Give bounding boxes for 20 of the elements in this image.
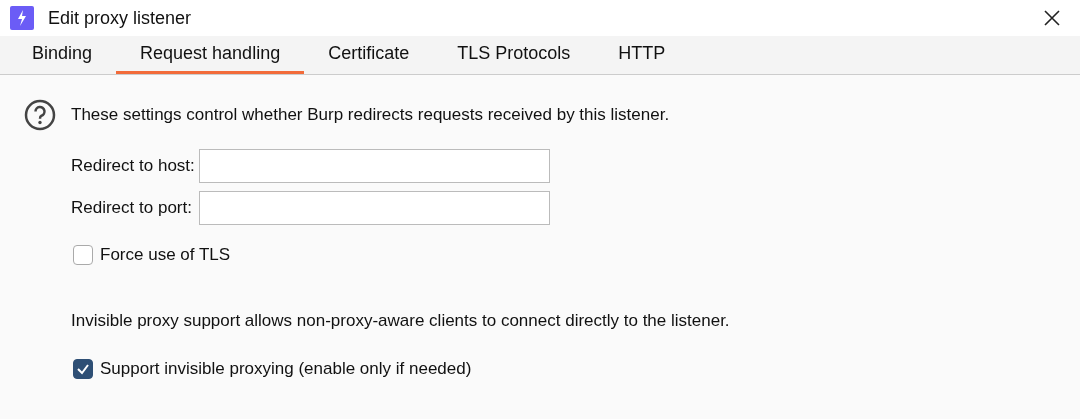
lightning-icon [10,6,34,30]
checkbox[interactable] [73,245,93,265]
tab[interactable]: Certificate [304,36,434,74]
checkbox-label: Force use of TLS [100,245,231,265]
field-label: Redirect to port: [71,198,193,218]
field-label: Redirect to host: [71,156,195,176]
check-icon [76,362,90,376]
tab[interactable]: TLS Protocols [433,36,595,74]
help-icon [24,99,56,131]
tab[interactable]: Request handling [116,36,305,74]
tab[interactable]: HTTP [594,36,690,74]
window-title: Edit proxy listener [48,7,193,29]
input-field[interactable] [198,191,550,225]
info-text: Invisible proxy support allows non-proxy-aware clients to connect directly to the listener. [71,311,731,331]
close-icon[interactable] [1044,10,1060,26]
checkbox-label: Support invisible proxying (enable only if needed) [100,359,472,379]
input-field[interactable] [198,149,550,183]
help-text: These settings control whether Burp redirects requests received by this listener. [71,105,670,125]
tab[interactable]: Binding [8,36,117,74]
checkbox[interactable] [73,359,93,379]
